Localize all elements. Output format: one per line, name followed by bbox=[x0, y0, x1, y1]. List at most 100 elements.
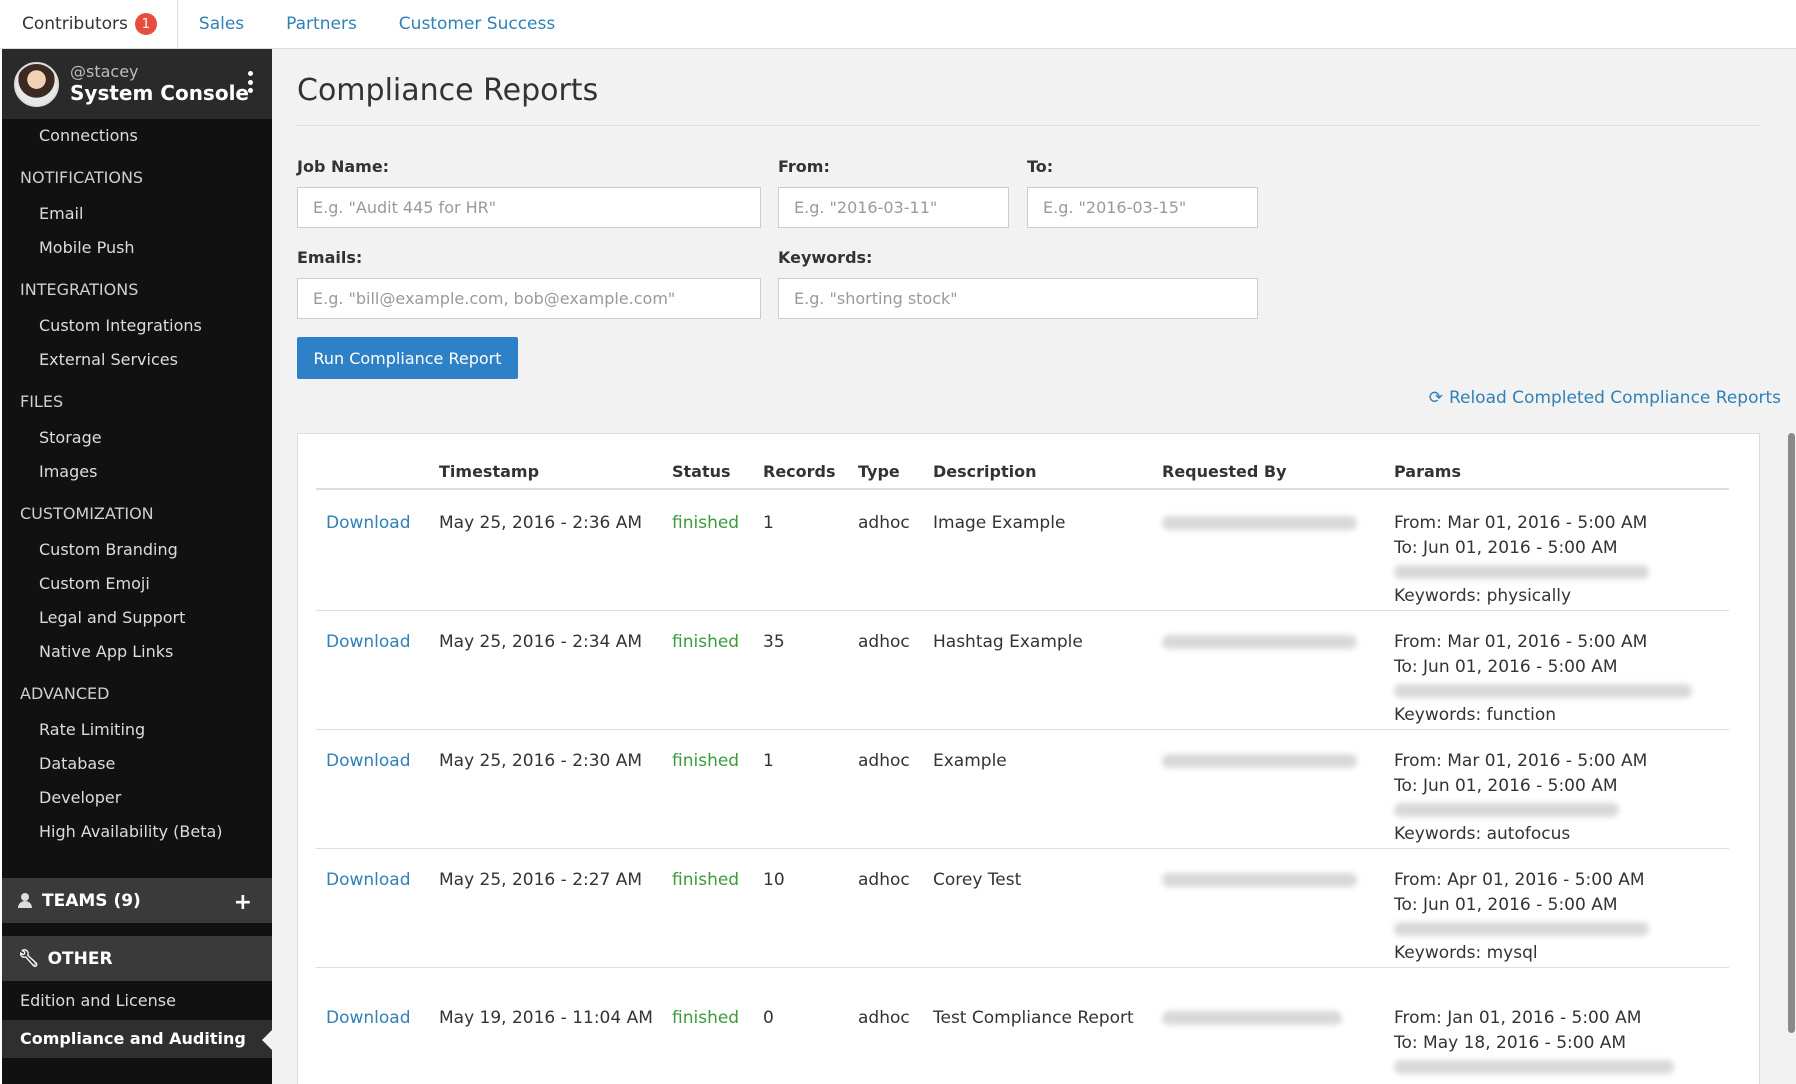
redacted-email bbox=[1162, 516, 1357, 530]
requested-by-cell bbox=[1162, 630, 1357, 654]
sidebar-item-custom-branding[interactable]: Custom Branding bbox=[2, 533, 272, 567]
params-to: To: Jun 01, 2016 - 5:00 AM bbox=[1394, 656, 1618, 677]
job-name-input[interactable] bbox=[297, 187, 761, 228]
sidebar-item-email[interactable]: Email bbox=[2, 197, 272, 231]
sidebar-item-edition-and-license[interactable]: Edition and License bbox=[2, 982, 272, 1020]
column-header-requested-by: Requested By bbox=[1162, 462, 1287, 481]
timestamp-cell: May 19, 2016 - 11:04 AM bbox=[439, 1008, 653, 1028]
reload-label: Reload Completed Compliance Reports bbox=[1448, 388, 1781, 408]
timestamp-cell: May 25, 2016 - 2:36 AM bbox=[439, 513, 643, 533]
main-content: Compliance Reports Job Name: From: To: E… bbox=[272, 49, 1796, 1084]
sidebar-item-storage[interactable]: Storage bbox=[2, 421, 272, 455]
redacted-emails bbox=[1394, 684, 1692, 698]
table-row: Download May 25, 2016 - 2:27 AM finished… bbox=[316, 849, 1729, 968]
sidebar-item-external-services[interactable]: External Services bbox=[2, 343, 272, 377]
sidebar-item-custom-integrations[interactable]: Custom Integrations bbox=[2, 309, 272, 343]
to-label: To: bbox=[1027, 157, 1054, 176]
page-title: Compliance Reports bbox=[297, 73, 599, 108]
column-header-type: Type bbox=[858, 462, 900, 481]
download-link[interactable]: Download bbox=[326, 868, 411, 892]
avatar[interactable] bbox=[14, 61, 59, 107]
params-keywords: Keywords: autofocus bbox=[1394, 824, 1571, 844]
download-link[interactable]: Download bbox=[326, 1006, 411, 1030]
sidebar-item-native-app-links[interactable]: Native App Links bbox=[2, 635, 272, 669]
tab-partners[interactable]: Partners bbox=[265, 0, 378, 48]
description-cell: Image Example bbox=[933, 513, 1066, 533]
status-cell: finished bbox=[672, 870, 740, 890]
download-link[interactable]: Download bbox=[326, 749, 411, 773]
active-indicator bbox=[262, 1030, 272, 1050]
status-cell: finished bbox=[672, 751, 740, 771]
params-to: To: Jun 01, 2016 - 5:00 AM bbox=[1394, 894, 1618, 915]
console-title: System Console bbox=[70, 81, 249, 105]
from-date-input[interactable] bbox=[778, 187, 1009, 228]
params-from: From: Mar 01, 2016 - 5:00 AM bbox=[1394, 751, 1648, 771]
sidebar-item-compliance-and-auditing[interactable]: Compliance and Auditing bbox=[2, 1020, 272, 1058]
emails-input[interactable] bbox=[297, 278, 761, 319]
sidebar-item-connections[interactable]: Connections bbox=[2, 119, 272, 153]
wrench-icon: 🔧︎ bbox=[18, 948, 40, 969]
download-link[interactable]: Download bbox=[326, 511, 411, 535]
reload-reports-link[interactable]: ⟳ Reload Completed Compliance Reports bbox=[1429, 388, 1781, 408]
params-from: From: Apr 01, 2016 - 5:00 AM bbox=[1394, 870, 1645, 890]
reports-table: Timestamp Status Records Type Descriptio… bbox=[297, 433, 1760, 1084]
table-row: Download May 19, 2016 - 11:04 AM finishe… bbox=[316, 968, 1729, 1084]
table-scrollbar[interactable] bbox=[1788, 433, 1795, 1033]
section-notifications: NOTIFICATIONS bbox=[20, 168, 144, 187]
keywords-input[interactable] bbox=[778, 278, 1258, 319]
section-advanced: ADVANCED bbox=[20, 684, 110, 703]
sidebar-item-database[interactable]: Database bbox=[2, 747, 272, 781]
redacted-emails bbox=[1394, 922, 1649, 936]
requested-by-cell bbox=[1162, 511, 1357, 535]
params-cell: From: Mar 01, 2016 - 5:00 AM To: Jun 01,… bbox=[1394, 630, 1694, 728]
tab-sales[interactable]: Sales bbox=[178, 0, 265, 48]
title-divider bbox=[297, 125, 1760, 126]
requested-by-cell bbox=[1162, 1006, 1342, 1030]
username: @stacey bbox=[70, 62, 139, 81]
section-files: FILES bbox=[20, 392, 64, 411]
column-header-status: Status bbox=[672, 462, 731, 481]
params-cell: From: Mar 01, 2016 - 5:00 AM To: Jun 01,… bbox=[1394, 511, 1664, 609]
column-header-timestamp: Timestamp bbox=[439, 462, 540, 481]
description-cell: Hashtag Example bbox=[933, 632, 1083, 652]
column-header-params: Params bbox=[1394, 462, 1461, 481]
more-options-icon[interactable] bbox=[248, 71, 254, 93]
params-keywords: Keywords: function bbox=[1394, 705, 1557, 725]
to-date-input[interactable] bbox=[1027, 187, 1258, 228]
params-from: From: Mar 01, 2016 - 5:00 AM bbox=[1394, 513, 1648, 533]
redacted-emails bbox=[1394, 1060, 1674, 1074]
tab-contributors[interactable]: Contributors 1 bbox=[0, 0, 178, 48]
other-section: 🔧︎ OTHER bbox=[2, 936, 272, 981]
teams-section[interactable]: TEAMS (9) + bbox=[2, 878, 272, 923]
description-cell: Example bbox=[933, 751, 1007, 771]
sidebar-item-high-availability[interactable]: High Availability (Beta) bbox=[2, 815, 272, 849]
sidebar-item-custom-emoji[interactable]: Custom Emoji bbox=[2, 567, 272, 601]
sidebar-item-images[interactable]: Images bbox=[2, 455, 272, 489]
unread-badge: 1 bbox=[134, 13, 157, 35]
tab-customer-success[interactable]: Customer Success bbox=[378, 0, 576, 48]
column-header-records: Records bbox=[763, 462, 836, 481]
type-cell: adhoc bbox=[858, 632, 910, 652]
teams-label: TEAMS (9) bbox=[42, 890, 141, 911]
sidebar-item-label: Compliance and Auditing bbox=[20, 1029, 246, 1048]
sidebar-item-developer[interactable]: Developer bbox=[2, 781, 272, 815]
add-team-icon[interactable]: + bbox=[234, 890, 252, 915]
sidebar-item-mobile-push[interactable]: Mobile Push bbox=[2, 231, 272, 265]
params-from: From: Mar 01, 2016 - 5:00 AM bbox=[1394, 632, 1648, 652]
redacted-emails bbox=[1394, 803, 1619, 817]
records-cell: 0 bbox=[763, 1008, 774, 1028]
type-cell: adhoc bbox=[858, 513, 910, 533]
sidebar-header: @stacey System Console bbox=[2, 49, 272, 119]
emails-label: Emails: bbox=[297, 248, 363, 267]
params-to: To: May 18, 2016 - 5:00 AM bbox=[1394, 1032, 1627, 1053]
sidebar: @stacey System Console Connections NOTIF… bbox=[2, 49, 272, 1084]
sidebar-item-rate-limiting[interactable]: Rate Limiting bbox=[2, 713, 272, 747]
column-header-description: Description bbox=[933, 462, 1037, 481]
run-compliance-report-button[interactable]: Run Compliance Report bbox=[297, 337, 518, 379]
records-cell: 1 bbox=[763, 751, 774, 771]
sidebar-nav: Connections NOTIFICATIONS Email Mobile P… bbox=[2, 119, 272, 849]
section-integrations: INTEGRATIONS bbox=[20, 280, 139, 299]
download-link[interactable]: Download bbox=[326, 630, 411, 654]
sidebar-item-legal-and-support[interactable]: Legal and Support bbox=[2, 601, 272, 635]
redacted-email bbox=[1162, 754, 1357, 768]
